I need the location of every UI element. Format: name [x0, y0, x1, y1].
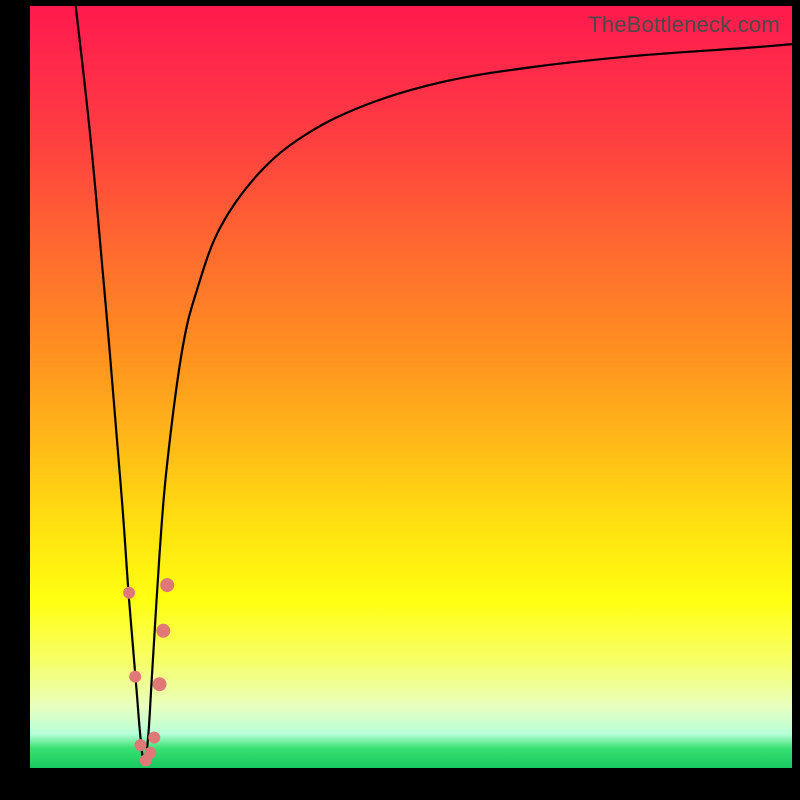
bottleneck-curve — [76, 6, 792, 764]
highlight-point — [129, 671, 141, 683]
highlight-point — [144, 747, 156, 759]
highlight-point — [153, 677, 167, 691]
highlight-markers — [123, 578, 174, 766]
highlight-point — [135, 739, 147, 751]
highlight-point — [160, 578, 174, 592]
highlight-point — [156, 624, 170, 638]
highlight-point — [123, 587, 135, 599]
highlight-point — [148, 732, 160, 744]
chart-plot-area: TheBottleneck.com — [30, 6, 792, 768]
chart-svg — [30, 6, 792, 768]
